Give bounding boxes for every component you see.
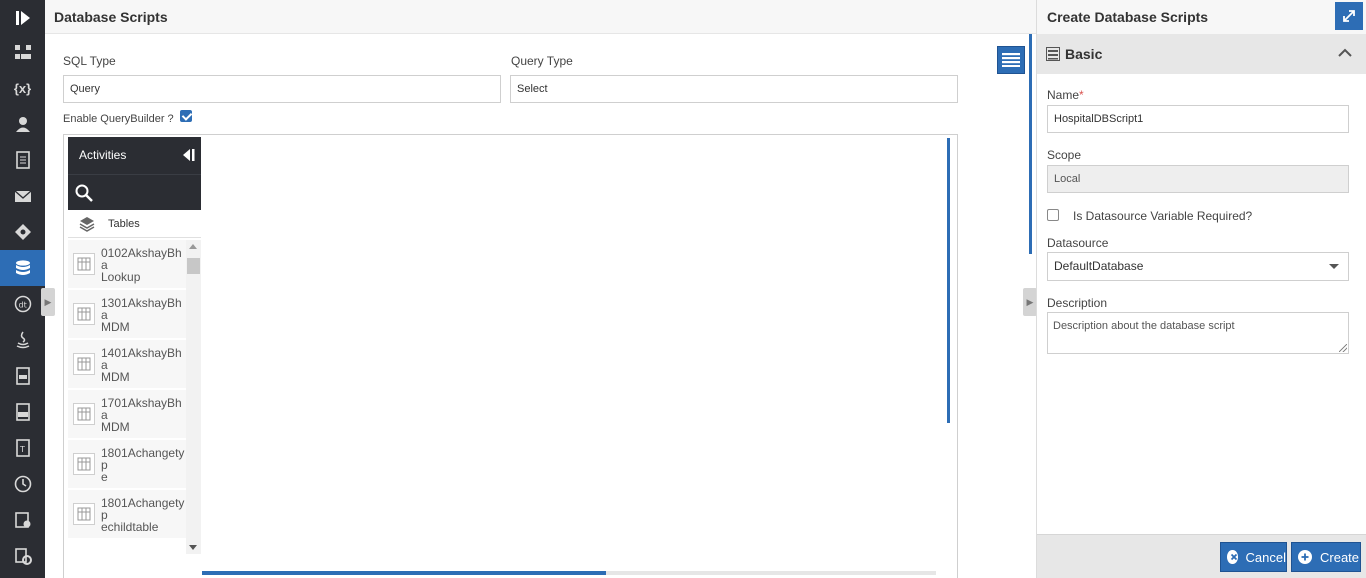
user-icon[interactable] [0, 106, 45, 142]
description-placeholder: Description about the database script [1053, 320, 1235, 332]
section-title: Basic [1065, 46, 1103, 62]
svg-text:T: T [19, 445, 25, 454]
name-label: Name [1047, 88, 1080, 102]
mail-icon[interactable] [0, 178, 45, 214]
search-icon [75, 184, 93, 202]
database-icon[interactable] [0, 250, 45, 286]
table-icon [73, 303, 95, 325]
activities-search[interactable] [68, 174, 201, 210]
create-button[interactable]: Create [1291, 542, 1361, 572]
panel-header: Create Database Scripts [1037, 0, 1366, 34]
expand-button[interactable] [1335, 2, 1363, 30]
datasource-value: DefaultDatabase [1054, 259, 1144, 273]
table-icon [73, 253, 95, 275]
list-view-button[interactable] [997, 46, 1025, 74]
scroll-down-icon[interactable] [189, 545, 197, 550]
table-name: 1801Achangetyp e [101, 446, 185, 484]
enable-querybuilder-checkbox[interactable] [180, 110, 192, 122]
document-icon[interactable] [0, 142, 45, 178]
layers-icon [79, 217, 95, 232]
sql-type-label: SQL Type [63, 54, 116, 68]
expand-icon [1343, 10, 1355, 22]
report-icon[interactable] [0, 502, 45, 538]
page-title: Database Scripts [54, 9, 168, 25]
enable-querybuilder-label: Enable QueryBuilder ? [63, 113, 174, 125]
name-input[interactable]: HospitalDBScript1 [1047, 105, 1349, 133]
cancel-button[interactable]: Cancel [1220, 542, 1287, 572]
scroll-up-icon[interactable] [189, 244, 197, 249]
query-type-input[interactable]: Select [510, 75, 958, 103]
java-icon[interactable] [0, 322, 45, 358]
list-item[interactable]: 0102AkshayBha Lookup [68, 240, 186, 290]
description-textarea[interactable]: Description about the database script [1047, 312, 1349, 354]
clock-icon[interactable] [0, 466, 45, 502]
list-item[interactable]: 1801Achangetyp e [68, 440, 186, 490]
workflow-icon[interactable] [0, 34, 45, 70]
main-scrollbar[interactable] [1029, 34, 1032, 254]
description-label: Description [1047, 296, 1108, 310]
cancel-label: Cancel [1245, 549, 1286, 565]
required-mark: * [1079, 88, 1084, 102]
list-icon [1002, 53, 1020, 67]
file-icon[interactable] [0, 358, 45, 394]
chevron-up-icon[interactable] [1338, 46, 1352, 60]
logo-play-icon[interactable] [0, 0, 45, 36]
scope-input: Local [1047, 165, 1349, 193]
table-name: 1301AkshayBha MDM [101, 296, 182, 334]
scope-label: Scope [1047, 148, 1082, 162]
table-icon [73, 503, 95, 525]
activities-header: Activities [68, 137, 201, 174]
scroll-thumb[interactable] [187, 258, 200, 274]
create-panel: Create Database Scripts Basic Name* Hosp… [1036, 0, 1366, 578]
form-icon [1046, 47, 1060, 61]
canvas-vertical-scrollbar[interactable] [947, 138, 950, 423]
collapse-activities-icon[interactable] [181, 148, 195, 165]
close-icon [1227, 550, 1238, 564]
nav-rail: {x} dt T [0, 0, 45, 578]
chevron-down-icon[interactable] [1329, 264, 1339, 269]
collapse-right-toggle[interactable]: ▶ [1023, 288, 1037, 316]
list-item[interactable]: 1701AkshayBha MDM [68, 390, 186, 440]
panel-footer: Cancel Create [1037, 534, 1366, 578]
query-type-label: Query Type [511, 54, 573, 68]
basic-section-header[interactable]: Basic [1037, 34, 1366, 74]
main-header: Database Scripts [45, 0, 1036, 34]
table-icon [73, 403, 95, 425]
settings-icon[interactable] [0, 538, 45, 574]
create-label: Create [1320, 549, 1360, 565]
activities-title: Activities [79, 148, 127, 162]
table-name: 0102AkshayBha Lookup [101, 246, 182, 284]
table-icon [73, 353, 95, 375]
canvas-scroll-thumb[interactable] [202, 571, 606, 575]
list-item[interactable]: 1801Achangetyp echildtable [68, 490, 186, 540]
datasource-variable-checkbox[interactable] [1047, 209, 1059, 221]
list-item[interactable]: 1301AkshayBha MDM [68, 290, 186, 340]
variables-icon[interactable]: {x} [0, 70, 45, 106]
datasource-select[interactable]: DefaultDatabase [1047, 252, 1349, 281]
canvas-horizontal-scrollbar[interactable] [202, 571, 936, 575]
tables-tab[interactable]: Tables [68, 210, 201, 238]
decision-icon[interactable] [0, 214, 45, 250]
datasource-variable-label: Is Datasource Variable Required? [1073, 209, 1253, 223]
panel-title: Create Database Scripts [1047, 9, 1209, 25]
svg-text:dt: dt [18, 301, 26, 310]
dt-icon[interactable]: dt [0, 286, 45, 322]
text-file-icon[interactable]: T [0, 430, 45, 466]
resize-handle[interactable] [1339, 344, 1347, 352]
table-list-scrollbar[interactable] [186, 240, 201, 554]
table-icon [73, 453, 95, 475]
csv-icon[interactable] [0, 394, 45, 430]
expand-left-toggle[interactable]: ▶ [41, 288, 55, 316]
table-name: 1701AkshayBha MDM [101, 396, 182, 434]
sql-type-input[interactable]: Query [63, 75, 501, 103]
variables-icon-text: {x} [13, 80, 32, 96]
list-item[interactable]: 1401AkshayBha MDM [68, 340, 186, 390]
table-name: 1401AkshayBha MDM [101, 346, 182, 384]
plus-icon [1298, 550, 1312, 564]
table-list: 0102AkshayBha Lookup 1301AkshayBha MDM 1… [68, 240, 186, 540]
activities-panel: Activities Tables 0102AkshayBha Lookup 1… [68, 137, 201, 578]
tables-label: Tables [108, 218, 140, 230]
datasource-label: Datasource [1047, 236, 1109, 250]
table-name: 1801Achangetyp echildtable [101, 496, 185, 534]
